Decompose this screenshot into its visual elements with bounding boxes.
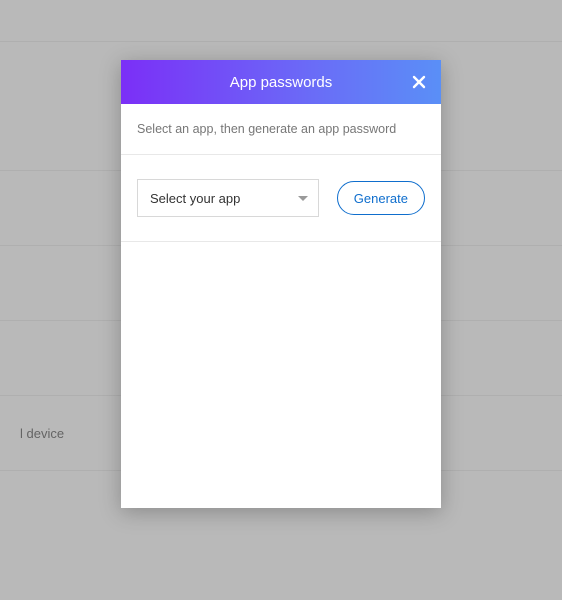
chevron-down-icon: [298, 189, 308, 207]
modal-instruction: Select an app, then generate an app pass…: [121, 104, 441, 155]
modal-overlay[interactable]: App passwords Select an app, then genera…: [0, 0, 562, 600]
close-button[interactable]: [407, 70, 431, 94]
generate-button-label: Generate: [354, 191, 408, 206]
select-label: Select your app: [150, 191, 240, 206]
modal-header: App passwords: [121, 60, 441, 104]
app-passwords-modal: App passwords Select an app, then genera…: [121, 60, 441, 508]
modal-title: App passwords: [230, 74, 333, 91]
modal-body: Select your app Generate: [121, 155, 441, 242]
close-icon: [411, 74, 427, 90]
app-select-dropdown[interactable]: Select your app: [137, 179, 319, 217]
modal-empty-area: [121, 242, 441, 508]
generate-button[interactable]: Generate: [337, 181, 425, 215]
